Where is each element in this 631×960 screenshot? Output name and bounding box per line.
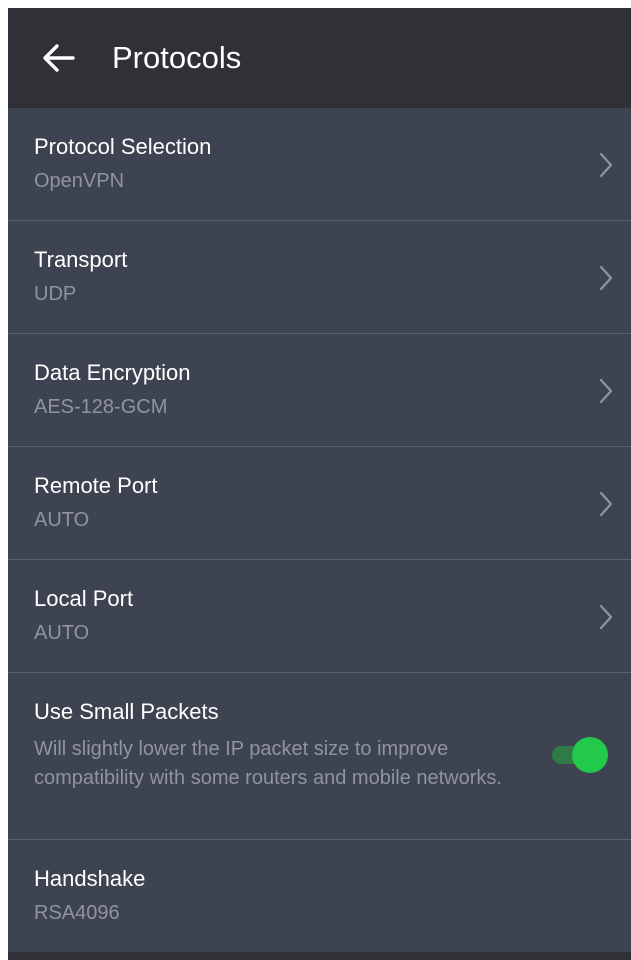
setting-value: RSA4096 (34, 902, 120, 924)
back-button[interactable] (36, 36, 80, 80)
small-packets-toggle[interactable] (550, 737, 608, 773)
setting-value: AES-128-GCM (34, 396, 168, 418)
setting-value: OpenVPN (34, 170, 125, 192)
setting-value: AUTO (34, 622, 90, 644)
bottom-edge (8, 952, 631, 960)
chevron-right-icon (599, 604, 613, 630)
setting-label: Protocol Selection (34, 134, 212, 159)
app-bar: Protocols (8, 8, 631, 108)
setting-description: Will slightly lower the IP packet size t… (34, 738, 502, 789)
setting-remote-port[interactable]: Remote Port AUTO (8, 447, 631, 560)
setting-handshake: Handshake RSA4096 (8, 840, 631, 952)
setting-data-encryption[interactable]: Data Encryption AES-128-GCM (8, 334, 631, 447)
setting-label: Use Small Packets (34, 699, 219, 724)
protocols-screen: Protocols Protocol Selection OpenVPN Tra… (8, 8, 631, 960)
setting-use-small-packets: Use Small Packets Will slightly lower th… (8, 673, 631, 840)
chevron-right-icon (599, 378, 613, 404)
setting-local-port[interactable]: Local Port AUTO (8, 560, 631, 673)
settings-list: Protocol Selection OpenVPN Transport UDP… (8, 108, 631, 952)
setting-protocol-selection[interactable]: Protocol Selection OpenVPN (8, 108, 631, 221)
setting-value: UDP (34, 283, 77, 305)
chevron-right-icon (599, 152, 613, 178)
chevron-right-icon (599, 265, 613, 291)
setting-label: Remote Port (34, 473, 158, 498)
setting-label: Transport (34, 247, 128, 272)
page-title: Protocols (112, 40, 242, 75)
setting-label: Handshake (34, 866, 146, 891)
setting-value: AUTO (34, 509, 90, 531)
toggle-knob (572, 737, 608, 773)
setting-label: Data Encryption (34, 360, 191, 385)
setting-label: Local Port (34, 586, 134, 611)
setting-transport[interactable]: Transport UDP (8, 221, 631, 334)
arrow-left-icon (43, 44, 75, 72)
chevron-right-icon (599, 491, 613, 517)
